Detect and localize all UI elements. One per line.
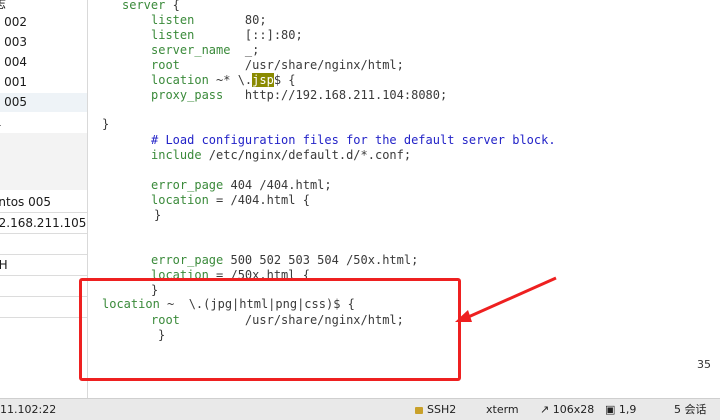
- session-item[interactable]: s 003: [0, 33, 87, 52]
- code-line: proxy_pass http://192.168.211.104:8080;: [151, 88, 448, 102]
- session-label: 志: [0, 0, 6, 14]
- status-cursor: ▣ 1,9: [605, 403, 637, 416]
- session-item-selected[interactable]: s 005: [0, 93, 87, 112]
- lock-icon: [415, 406, 423, 414]
- property-value: SH: [0, 255, 8, 275]
- search-highlight: jsp: [252, 73, 274, 87]
- session-label: s 004: [0, 55, 27, 69]
- session-label: 1: [0, 113, 2, 132]
- property-row: 92.168.211.105: [0, 213, 87, 234]
- session-item[interactable]: 志: [0, 0, 87, 14]
- property-row: SH: [0, 255, 87, 276]
- session-item[interactable]: s 004: [0, 53, 87, 72]
- annotation-box: [79, 278, 461, 381]
- code-line: location = /404.html {: [151, 193, 310, 207]
- property-value: 92.168.211.105: [0, 216, 87, 230]
- status-bar: 11.102:22 SSH2 xterm ↗︎ 106x28 ▣ 1,9 5 会…: [0, 398, 720, 420]
- session-item[interactable]: s 002: [0, 13, 87, 32]
- code-line: error_page 404 /404.html;: [151, 178, 332, 192]
- status-size: ↗︎ 106x28: [540, 403, 595, 416]
- code-comment: # Load configuration files for the defau…: [151, 133, 556, 147]
- code-line: server {: [122, 0, 180, 12]
- status-protocol: SSH2: [415, 399, 456, 420]
- session-sidebar: 志 s 002 s 003 s 004 s 001 s 005 1 entos …: [0, 0, 88, 398]
- code-line: error_page 500 502 503 504 /50x.html;: [151, 253, 419, 267]
- code-line: include /etc/nginx/default.d/*.conf;: [151, 148, 412, 162]
- property-row: entos 005: [0, 192, 87, 213]
- property-row: 2: [0, 234, 87, 255]
- code-line: listen 80;: [151, 13, 267, 27]
- code-line: location ~* \.jsp$ {: [151, 73, 296, 87]
- session-item[interactable]: s 001: [0, 73, 87, 92]
- property-row: [0, 276, 87, 297]
- code-line: }: [154, 208, 162, 222]
- status-terminal-type: xterm: [486, 403, 519, 416]
- code-line: }: [102, 117, 110, 131]
- property-value: entos 005: [0, 195, 52, 209]
- tree-empty-area: [0, 133, 87, 190]
- code-line: listen [::]:80;: [151, 28, 303, 42]
- session-label: s 005: [0, 95, 27, 109]
- status-host: 11.102:22: [0, 403, 57, 416]
- code-line: server_name _;: [151, 43, 260, 57]
- property-row: [0, 297, 87, 318]
- session-label: s 002: [0, 15, 27, 29]
- line-counter: 35: [697, 358, 711, 371]
- session-item[interactable]: 1: [0, 113, 87, 132]
- session-label: s 003: [0, 35, 27, 49]
- code-line: root /usr/share/nginx/html;: [151, 58, 404, 72]
- session-label: s 001: [0, 75, 27, 89]
- status-sessions: 5 会话: [674, 403, 707, 416]
